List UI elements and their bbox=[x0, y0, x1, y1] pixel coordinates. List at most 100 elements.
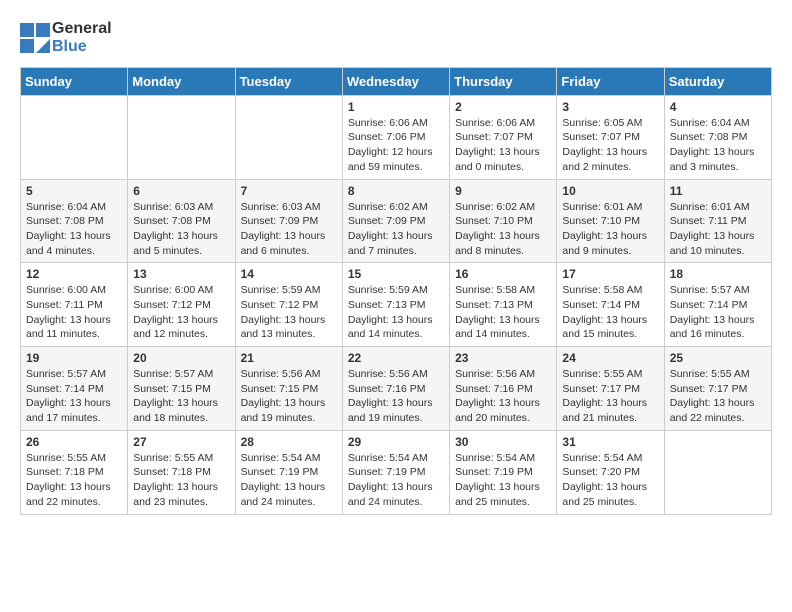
sunset-text: Sunset: 7:09 PM bbox=[241, 215, 319, 227]
calendar-header-row: SundayMondayTuesdayWednesdayThursdayFrid… bbox=[21, 67, 772, 95]
sunrise-text: Sunrise: 6:06 AM bbox=[455, 117, 535, 129]
sunrise-text: Sunrise: 6:04 AM bbox=[670, 117, 750, 129]
header-day-tuesday: Tuesday bbox=[235, 67, 342, 95]
sunset-text: Sunset: 7:06 PM bbox=[348, 131, 426, 143]
day-info: Sunrise: 6:01 AM Sunset: 7:10 PM Dayligh… bbox=[562, 200, 658, 259]
calendar-cell: 29 Sunrise: 5:54 AM Sunset: 7:19 PM Dayl… bbox=[342, 430, 449, 514]
day-info: Sunrise: 5:56 AM Sunset: 7:16 PM Dayligh… bbox=[348, 367, 444, 426]
day-info: Sunrise: 6:04 AM Sunset: 7:08 PM Dayligh… bbox=[26, 200, 122, 259]
calendar-cell: 30 Sunrise: 5:54 AM Sunset: 7:19 PM Dayl… bbox=[450, 430, 557, 514]
day-number: 11 bbox=[670, 184, 766, 198]
day-info: Sunrise: 5:55 AM Sunset: 7:17 PM Dayligh… bbox=[562, 367, 658, 426]
daylight-text: Daylight: 13 hours and 3 minutes. bbox=[670, 146, 755, 173]
sunrise-text: Sunrise: 5:56 AM bbox=[241, 368, 321, 380]
sunset-text: Sunset: 7:10 PM bbox=[562, 215, 640, 227]
day-number: 15 bbox=[348, 267, 444, 281]
sunset-text: Sunset: 7:16 PM bbox=[348, 383, 426, 395]
daylight-text: Daylight: 13 hours and 6 minutes. bbox=[241, 230, 326, 257]
sunset-text: Sunset: 7:11 PM bbox=[670, 215, 747, 227]
day-info: Sunrise: 6:02 AM Sunset: 7:10 PM Dayligh… bbox=[455, 200, 551, 259]
logo-text: General bbox=[52, 20, 112, 38]
daylight-text: Daylight: 13 hours and 14 minutes. bbox=[348, 314, 433, 341]
daylight-text: Daylight: 13 hours and 22 minutes. bbox=[26, 481, 111, 508]
sunset-text: Sunset: 7:14 PM bbox=[26, 383, 104, 395]
calendar-cell: 9 Sunrise: 6:02 AM Sunset: 7:10 PM Dayli… bbox=[450, 179, 557, 263]
sunrise-text: Sunrise: 5:54 AM bbox=[562, 452, 642, 464]
day-info: Sunrise: 5:56 AM Sunset: 7:15 PM Dayligh… bbox=[241, 367, 337, 426]
day-info: Sunrise: 6:04 AM Sunset: 7:08 PM Dayligh… bbox=[670, 116, 766, 175]
daylight-text: Daylight: 13 hours and 18 minutes. bbox=[133, 397, 218, 424]
calendar-cell: 14 Sunrise: 5:59 AM Sunset: 7:12 PM Dayl… bbox=[235, 263, 342, 347]
calendar-cell: 18 Sunrise: 5:57 AM Sunset: 7:14 PM Dayl… bbox=[664, 263, 771, 347]
calendar-table: SundayMondayTuesdayWednesdayThursdayFrid… bbox=[20, 67, 772, 515]
day-number: 10 bbox=[562, 184, 658, 198]
sunset-text: Sunset: 7:13 PM bbox=[348, 299, 426, 311]
sunrise-text: Sunrise: 6:03 AM bbox=[133, 201, 213, 213]
daylight-text: Daylight: 13 hours and 20 minutes. bbox=[455, 397, 540, 424]
daylight-text: Daylight: 13 hours and 11 minutes. bbox=[26, 314, 111, 341]
calendar-week-row: 5 Sunrise: 6:04 AM Sunset: 7:08 PM Dayli… bbox=[21, 179, 772, 263]
calendar-cell: 13 Sunrise: 6:00 AM Sunset: 7:12 PM Dayl… bbox=[128, 263, 235, 347]
day-info: Sunrise: 6:03 AM Sunset: 7:08 PM Dayligh… bbox=[133, 200, 229, 259]
daylight-text: Daylight: 13 hours and 25 minutes. bbox=[562, 481, 647, 508]
calendar-week-row: 19 Sunrise: 5:57 AM Sunset: 7:14 PM Dayl… bbox=[21, 347, 772, 431]
calendar-cell: 10 Sunrise: 6:01 AM Sunset: 7:10 PM Dayl… bbox=[557, 179, 664, 263]
day-number: 9 bbox=[455, 184, 551, 198]
calendar-cell: 12 Sunrise: 6:00 AM Sunset: 7:11 PM Dayl… bbox=[21, 263, 128, 347]
day-number: 24 bbox=[562, 351, 658, 365]
day-number: 3 bbox=[562, 100, 658, 114]
daylight-text: Daylight: 13 hours and 16 minutes. bbox=[670, 314, 755, 341]
sunset-text: Sunset: 7:08 PM bbox=[26, 215, 104, 227]
day-info: Sunrise: 5:57 AM Sunset: 7:14 PM Dayligh… bbox=[670, 283, 766, 342]
daylight-text: Daylight: 13 hours and 4 minutes. bbox=[26, 230, 111, 257]
day-number: 8 bbox=[348, 184, 444, 198]
sunrise-text: Sunrise: 5:54 AM bbox=[455, 452, 535, 464]
calendar-cell: 7 Sunrise: 6:03 AM Sunset: 7:09 PM Dayli… bbox=[235, 179, 342, 263]
header-day-saturday: Saturday bbox=[664, 67, 771, 95]
sunset-text: Sunset: 7:07 PM bbox=[562, 131, 640, 143]
day-number: 13 bbox=[133, 267, 229, 281]
sunrise-text: Sunrise: 5:57 AM bbox=[26, 368, 106, 380]
daylight-text: Daylight: 13 hours and 8 minutes. bbox=[455, 230, 540, 257]
sunrise-text: Sunrise: 5:58 AM bbox=[562, 284, 642, 296]
day-info: Sunrise: 5:55 AM Sunset: 7:18 PM Dayligh… bbox=[133, 451, 229, 510]
daylight-text: Daylight: 13 hours and 23 minutes. bbox=[133, 481, 218, 508]
calendar-cell bbox=[664, 430, 771, 514]
daylight-text: Daylight: 13 hours and 19 minutes. bbox=[348, 397, 433, 424]
daylight-text: Daylight: 13 hours and 13 minutes. bbox=[241, 314, 326, 341]
sunrise-text: Sunrise: 6:05 AM bbox=[562, 117, 642, 129]
day-number: 28 bbox=[241, 435, 337, 449]
day-number: 1 bbox=[348, 100, 444, 114]
calendar-cell: 26 Sunrise: 5:55 AM Sunset: 7:18 PM Dayl… bbox=[21, 430, 128, 514]
sunset-text: Sunset: 7:20 PM bbox=[562, 466, 640, 478]
calendar-week-row: 26 Sunrise: 5:55 AM Sunset: 7:18 PM Dayl… bbox=[21, 430, 772, 514]
header-day-sunday: Sunday bbox=[21, 67, 128, 95]
sunrise-text: Sunrise: 6:01 AM bbox=[670, 201, 750, 213]
day-info: Sunrise: 6:00 AM Sunset: 7:12 PM Dayligh… bbox=[133, 283, 229, 342]
header-day-friday: Friday bbox=[557, 67, 664, 95]
sunrise-text: Sunrise: 5:59 AM bbox=[241, 284, 321, 296]
calendar-cell: 31 Sunrise: 5:54 AM Sunset: 7:20 PM Dayl… bbox=[557, 430, 664, 514]
day-info: Sunrise: 5:57 AM Sunset: 7:15 PM Dayligh… bbox=[133, 367, 229, 426]
daylight-text: Daylight: 13 hours and 24 minutes. bbox=[241, 481, 326, 508]
calendar-cell: 4 Sunrise: 6:04 AM Sunset: 7:08 PM Dayli… bbox=[664, 95, 771, 179]
sunrise-text: Sunrise: 6:06 AM bbox=[348, 117, 428, 129]
sunset-text: Sunset: 7:11 PM bbox=[26, 299, 103, 311]
sunset-text: Sunset: 7:18 PM bbox=[133, 466, 211, 478]
daylight-text: Daylight: 13 hours and 7 minutes. bbox=[348, 230, 433, 257]
day-number: 25 bbox=[670, 351, 766, 365]
sunrise-text: Sunrise: 5:56 AM bbox=[348, 368, 428, 380]
sunset-text: Sunset: 7:19 PM bbox=[455, 466, 533, 478]
sunrise-text: Sunrise: 6:02 AM bbox=[348, 201, 428, 213]
sunrise-text: Sunrise: 5:55 AM bbox=[562, 368, 642, 380]
calendar-cell: 5 Sunrise: 6:04 AM Sunset: 7:08 PM Dayli… bbox=[21, 179, 128, 263]
header-day-monday: Monday bbox=[128, 67, 235, 95]
sunrise-text: Sunrise: 6:00 AM bbox=[26, 284, 106, 296]
sunset-text: Sunset: 7:09 PM bbox=[348, 215, 426, 227]
daylight-text: Daylight: 13 hours and 22 minutes. bbox=[670, 397, 755, 424]
sunrise-text: Sunrise: 5:56 AM bbox=[455, 368, 535, 380]
daylight-text: Daylight: 13 hours and 10 minutes. bbox=[670, 230, 755, 257]
daylight-text: Daylight: 13 hours and 0 minutes. bbox=[455, 146, 540, 173]
calendar-cell: 19 Sunrise: 5:57 AM Sunset: 7:14 PM Dayl… bbox=[21, 347, 128, 431]
sunset-text: Sunset: 7:16 PM bbox=[455, 383, 533, 395]
